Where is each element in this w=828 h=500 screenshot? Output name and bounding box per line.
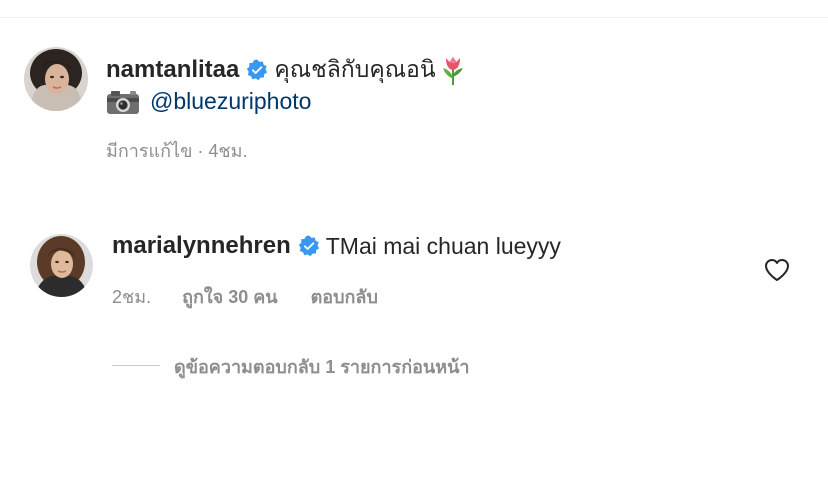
avatar[interactable] xyxy=(24,47,88,111)
mention-link[interactable]: @bluezuriphoto xyxy=(150,88,311,115)
comment-meta: มีการแก้ไข · 4ชม. xyxy=(106,141,248,161)
likes-count-button[interactable]: ถูกใจ 30 คน xyxy=(182,282,278,311)
top-divider xyxy=(0,17,828,18)
view-replies-button[interactable]: ดูข้อความตอบกลับ 1 รายการก่อนหน้า xyxy=(174,352,470,381)
comment-header: marialynnehren TMai mai chuan lueyyy xyxy=(112,232,561,260)
replies-divider xyxy=(112,365,160,366)
verified-badge-icon xyxy=(298,235,320,257)
comment-text: คุณชลิกับคุณอนิ xyxy=(274,56,436,82)
username[interactable]: marialynnehren xyxy=(112,232,291,260)
reply-button[interactable]: ตอบกลับ xyxy=(311,282,378,311)
photo-credit: @bluezuriphoto xyxy=(106,88,311,115)
comment-time: 2ชม. xyxy=(112,287,152,307)
camera-icon xyxy=(106,89,140,115)
like-heart-icon[interactable] xyxy=(764,258,790,282)
verified-badge-icon xyxy=(246,59,268,81)
tulip-emoji-icon xyxy=(440,55,466,85)
comment-header: namtanlitaa คุณชลิกับคุณอนิ xyxy=(106,52,466,88)
comment-text: TMai mai chuan lueyyy xyxy=(325,232,561,259)
username[interactable]: namtanlitaa xyxy=(106,56,239,84)
comment-meta: 2ชม. ถูกใจ 30 คน ตอบกลับ xyxy=(112,282,378,311)
avatar[interactable] xyxy=(30,234,93,297)
